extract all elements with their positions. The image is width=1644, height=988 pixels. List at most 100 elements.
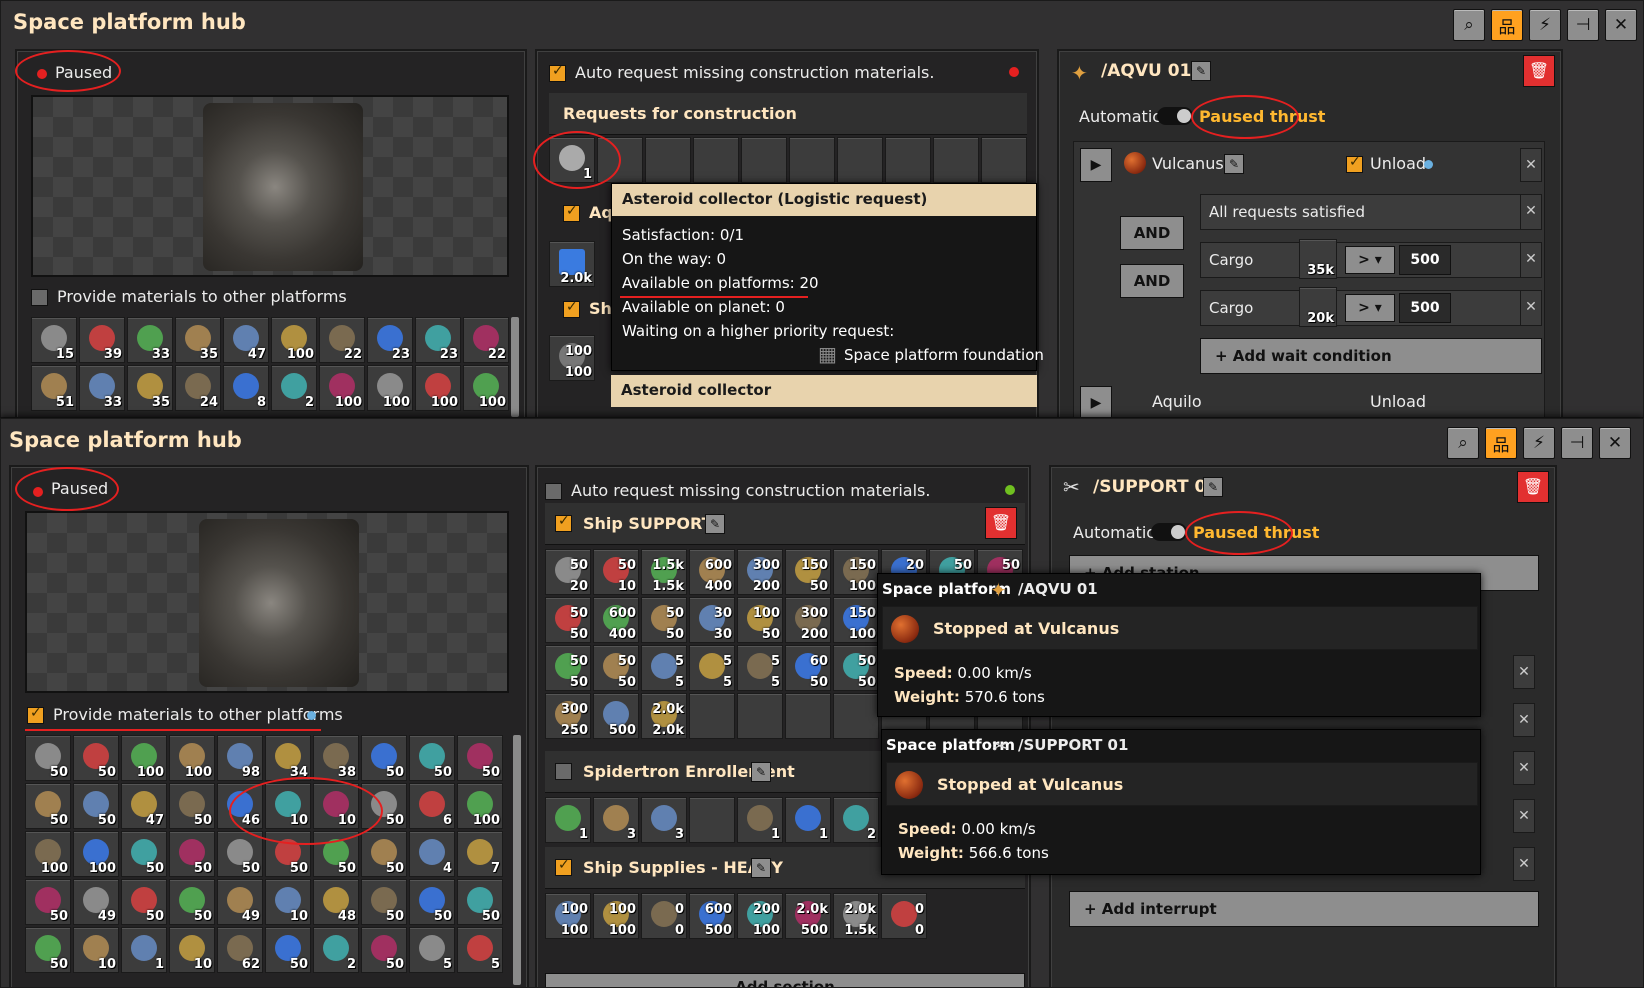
request-slot[interactable]: 50 20 [545, 549, 591, 595]
inventory-slot[interactable]: 10 [73, 927, 119, 973]
inventory-slot[interactable]: 100 [319, 365, 365, 411]
titlebar[interactable]: Space platform hub ⌕ 品 ⚡ ⊣ ✕ [1, 419, 1643, 465]
inventory-slot[interactable]: 100 [415, 365, 461, 411]
inventory-slot[interactable]: 100 [463, 365, 509, 411]
provide-materials-checkbox[interactable] [31, 289, 48, 306]
edit-icon[interactable]: ✎ [751, 858, 771, 878]
and-button[interactable]: AND [1120, 264, 1184, 298]
inventory-slot[interactable]: 2 [313, 927, 359, 973]
inventory-slot[interactable]: 48 [313, 879, 359, 925]
inventory-slot[interactable]: 10 [265, 879, 311, 925]
request-slot[interactable] [689, 797, 735, 843]
remove-button[interactable]: ✕ [1513, 703, 1535, 737]
edit-icon[interactable]: ✎ [1224, 154, 1244, 174]
inventory-slot[interactable]: 50 [121, 879, 167, 925]
comparator-dropdown[interactable]: > ▾ [1345, 294, 1395, 322]
request-slot[interactable]: 300 200 [737, 549, 783, 595]
cargo-item-slot[interactable]: 20k [1299, 287, 1337, 327]
pin-icon[interactable]: ⊣ [1561, 427, 1593, 459]
inventory-slot[interactable]: 50 [409, 879, 455, 925]
inventory-slot[interactable]: 23 [415, 317, 461, 363]
request-slot[interactable]: 100 100 [545, 893, 591, 939]
request-slot[interactable] [645, 137, 691, 183]
request-slot[interactable]: 1.5k 1.5k [641, 549, 687, 595]
condition-row[interactable]: All requests satisfied [1200, 194, 1540, 230]
inventory-slot[interactable]: 35 [127, 365, 173, 411]
automatic-toggle[interactable] [1151, 523, 1187, 541]
inventory-slot[interactable]: 50 [361, 879, 407, 925]
request-slot[interactable] [689, 693, 735, 739]
play-icon[interactable]: ▶ [1080, 148, 1112, 182]
cargo-item-slot[interactable]: 35k [1299, 239, 1337, 279]
request-slot[interactable]: 2.0k 1.5k [833, 893, 879, 939]
request-slot[interactable]: 55 [641, 645, 687, 691]
value-input[interactable]: 500 [1399, 293, 1451, 323]
remove-button[interactable]: ✕ [1513, 799, 1535, 833]
request-slot[interactable] [981, 137, 1027, 183]
inventory-slot[interactable]: 22 [319, 317, 365, 363]
request-slot[interactable]: 5050 [545, 645, 591, 691]
request-slot[interactable] [789, 137, 835, 183]
inventory-slot[interactable]: 50 [217, 831, 263, 877]
inventory-slot[interactable]: 47 [121, 783, 167, 829]
section-checkbox[interactable] [555, 513, 572, 532]
inventory-slot[interactable]: 47 [223, 317, 269, 363]
request-slot[interactable]: 5050 [593, 645, 639, 691]
request-slot[interactable]: 600 500 [689, 893, 735, 939]
inventory-scrollbar[interactable] [511, 317, 519, 417]
play-icon[interactable]: ▶ [1080, 386, 1112, 417]
request-slot[interactable] [833, 693, 879, 739]
section-checkbox[interactable] [563, 299, 580, 318]
pin-icon[interactable]: ⊣ [1567, 9, 1599, 41]
inventory-slot[interactable]: 50 [25, 879, 71, 925]
condition-row[interactable]: Cargo 20k > ▾ 500 [1200, 287, 1540, 327]
trash-icon[interactable]: 🗑 [1523, 55, 1555, 87]
request-slot[interactable]: 55 [689, 645, 735, 691]
section-slot[interactable]: 2.0k [549, 241, 595, 287]
inventory-slot[interactable]: 50 [121, 831, 167, 877]
inventory-slot[interactable]: 49 [217, 879, 263, 925]
edit-icon[interactable]: ✎ [705, 514, 725, 534]
request-slot[interactable]: 150 100 [833, 597, 879, 643]
remove-button[interactable]: ✕ [1513, 655, 1535, 689]
inventory-slot[interactable]: 49 [73, 879, 119, 925]
request-slot[interactable]: 5050 [833, 645, 879, 691]
add-interrupt-button[interactable]: + Add interrupt [1069, 891, 1539, 927]
inventory-slot[interactable]: 98 [217, 735, 263, 781]
inventory-slot[interactable]: 50 [457, 735, 503, 781]
inventory-slot[interactable]: 6 [409, 783, 455, 829]
inventory-slot[interactable]: 50 [409, 735, 455, 781]
request-slot[interactable]: 00 [641, 893, 687, 939]
section-checkbox[interactable] [563, 203, 580, 222]
remove-button[interactable]: ✕ [1513, 751, 1535, 785]
inventory-slot[interactable]: 100 [73, 831, 119, 877]
inventory-slot[interactable]: 50 [169, 879, 215, 925]
inventory-slot[interactable]: 15 [31, 317, 77, 363]
inventory-slot[interactable]: 50 [73, 735, 119, 781]
inventory-slot[interactable]: 50 [457, 879, 503, 925]
network-icon[interactable]: 品 [1491, 9, 1523, 41]
value-input[interactable]: 500 [1399, 245, 1451, 275]
lightning-icon[interactable]: ⚡ [1529, 9, 1561, 41]
request-slot[interactable]: 5050 [641, 597, 687, 643]
inventory-slot[interactable]: 50 [361, 735, 407, 781]
request-slot[interactable]: 1 [545, 797, 591, 843]
search-icon[interactable]: ⌕ [1453, 9, 1485, 41]
inventory-slot[interactable]: 4 [409, 831, 455, 877]
request-slot[interactable]: 300 250 [545, 693, 591, 739]
edit-icon[interactable]: ✎ [1191, 61, 1211, 81]
request-slot[interactable]: 55 [737, 645, 783, 691]
request-slot[interactable]: 2.0k 500 [785, 893, 831, 939]
inventory-slot[interactable]: 2 [271, 365, 317, 411]
inventory-slot[interactable]: 24 [175, 365, 221, 411]
automatic-toggle[interactable] [1157, 107, 1193, 125]
trash-icon[interactable]: 🗑 [985, 507, 1017, 539]
request-slot[interactable] [837, 137, 883, 183]
comparator-dropdown[interactable]: > ▾ [1345, 246, 1395, 274]
inventory-slot[interactable]: 39 [79, 317, 125, 363]
close-icon[interactable]: ✕ [1605, 9, 1637, 41]
lightning-icon[interactable]: ⚡ [1523, 427, 1555, 459]
request-slot[interactable]: 30 30 [689, 597, 735, 643]
request-slot[interactable]: 600 400 [689, 549, 735, 595]
inventory-slot[interactable]: 35 [175, 317, 221, 363]
